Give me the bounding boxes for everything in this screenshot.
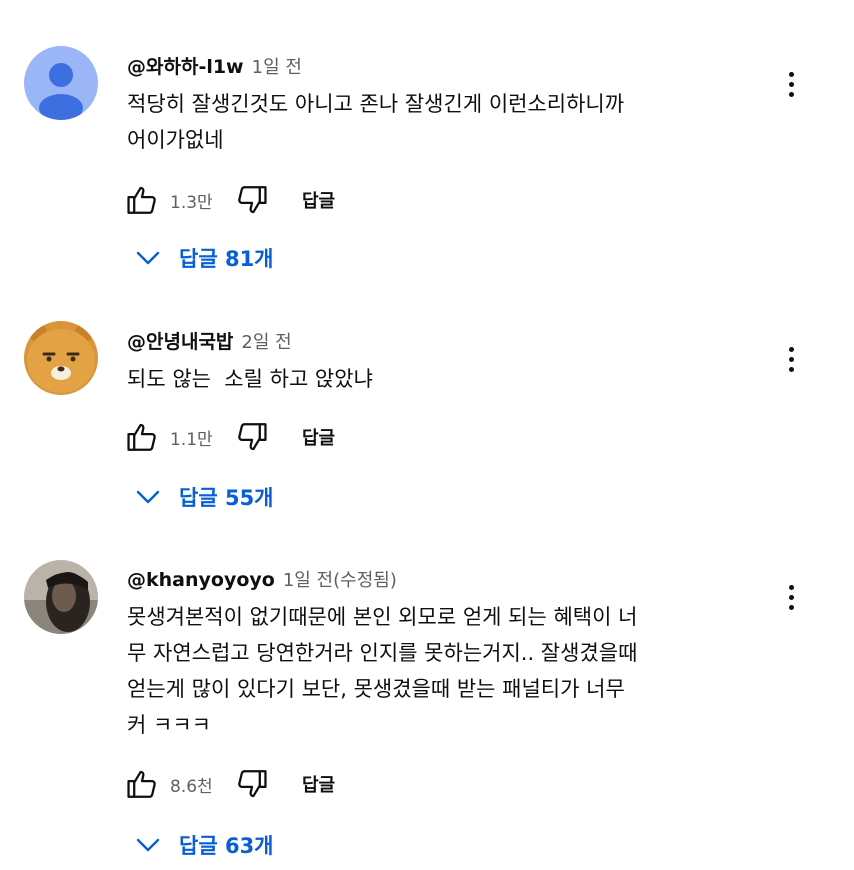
comment-header: @khanyoyoyo 1일 전(수정됨) bbox=[127, 566, 397, 592]
view-replies-button[interactable]: 답글 63개 bbox=[133, 825, 274, 865]
like-count: 8.6천 bbox=[170, 776, 213, 797]
more-actions-icon[interactable] bbox=[777, 339, 805, 379]
like-icon[interactable] bbox=[124, 182, 160, 218]
dislike-icon[interactable] bbox=[234, 419, 270, 455]
comment-header: @와하하-l1w 1일 전 bbox=[127, 52, 302, 79]
view-replies-button[interactable]: 답글 55개 bbox=[133, 477, 274, 517]
comment-text: 못생겨본적이 없기때문에 본인 외모로 얻게 되는 혜택이 너 무 자연스럽고 … bbox=[127, 605, 638, 737]
chevron-down-icon bbox=[133, 830, 163, 860]
dislike-icon[interactable] bbox=[234, 766, 270, 802]
avatar[interactable] bbox=[24, 560, 98, 634]
more-actions-icon[interactable] bbox=[777, 577, 805, 617]
like-count: 1.3만 bbox=[170, 192, 213, 213]
comment-actions: 8.6천 답글 bbox=[124, 764, 335, 804]
comment-text: 적당히 잘생긴것도 아니고 존나 잘생긴게 이런소리하니까 어이가없네 bbox=[127, 92, 625, 152]
comment-text: 되도 않는 소릴 하고 앉았냐 bbox=[127, 367, 373, 391]
chevron-down-icon bbox=[133, 243, 163, 273]
replies-count-label: 답글 81개 bbox=[179, 247, 274, 271]
comment-actions: 1.3만 답글 bbox=[124, 180, 335, 220]
comment-time[interactable]: 1일 전(수정됨) bbox=[283, 566, 397, 592]
user-avatar-icon bbox=[24, 46, 98, 120]
author-name[interactable]: @khanyoyoyo bbox=[127, 569, 275, 591]
replies-count-label: 답글 55개 bbox=[179, 486, 274, 510]
replies-count-label: 답글 63개 bbox=[179, 834, 274, 858]
view-replies-button[interactable]: 답글 81개 bbox=[133, 238, 274, 278]
more-actions-icon[interactable] bbox=[777, 64, 805, 104]
comment-time[interactable]: 1일 전 bbox=[252, 53, 302, 79]
reply-button[interactable]: 답글 bbox=[302, 424, 335, 450]
dislike-icon[interactable] bbox=[234, 182, 270, 218]
photo-avatar-icon bbox=[24, 560, 98, 634]
reply-button[interactable]: 답글 bbox=[302, 187, 335, 213]
like-count: 1.1만 bbox=[170, 429, 213, 450]
author-name[interactable]: @안녕내국밥 bbox=[127, 327, 233, 354]
comment-actions: 1.1만 답글 bbox=[124, 417, 335, 457]
bear-face-icon bbox=[24, 321, 98, 395]
reply-button[interactable]: 답글 bbox=[302, 771, 335, 797]
like-icon[interactable] bbox=[124, 766, 160, 802]
comment-time[interactable]: 2일 전 bbox=[241, 328, 291, 354]
avatar[interactable] bbox=[24, 46, 98, 120]
author-name[interactable]: @와하하-l1w bbox=[127, 52, 244, 79]
like-icon[interactable] bbox=[124, 419, 160, 455]
comment-header: @안녕내국밥 2일 전 bbox=[127, 327, 292, 354]
avatar[interactable] bbox=[24, 321, 98, 395]
chevron-down-icon bbox=[133, 482, 163, 512]
